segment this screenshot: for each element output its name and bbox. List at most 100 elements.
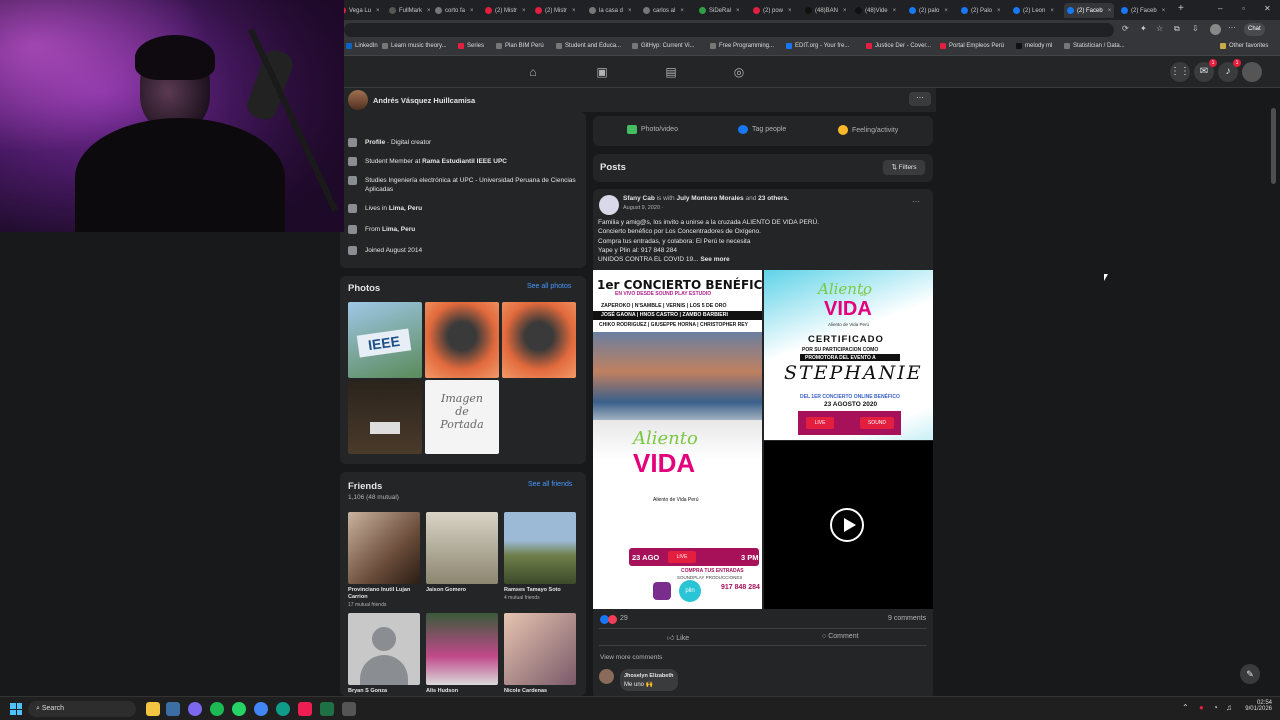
- concert-poster[interactable]: 1er CONCIERTO BENÉFICO EN VIVO DESDE SOU…: [593, 270, 762, 609]
- friend-photo-default[interactable]: [348, 613, 420, 685]
- friend-name[interactable]: Nicole Cardenas: [504, 688, 576, 695]
- tag-people-button[interactable]: Tag people: [738, 125, 786, 134]
- photo-thumb[interactable]: [502, 302, 576, 378]
- tab-close-icon[interactable]: ×: [470, 8, 474, 14]
- commenter-name[interactable]: Jhoselyn Elizabeth: [624, 673, 674, 679]
- edge-icon[interactable]: [276, 702, 290, 716]
- profile-more-button[interactable]: ···: [909, 92, 931, 106]
- extensions-icon[interactable]: ⟳: [1122, 24, 1129, 33]
- friend-name[interactable]: Ramses Tamayo Soto: [504, 587, 576, 594]
- friend-photo[interactable]: [348, 512, 420, 584]
- app-icon[interactable]: [342, 702, 356, 716]
- bookmark-item[interactable]: Student and Educa...: [556, 43, 621, 49]
- messenger-icon[interactable]: ✉ 1: [1194, 59, 1217, 82]
- browser-tab[interactable]: (2) Palo ×: [958, 3, 1008, 18]
- tab-close-icon[interactable]: ×: [376, 8, 380, 14]
- comment-button[interactable]: ○ Comment: [822, 633, 859, 640]
- browser-tab[interactable]: corto fa ×: [432, 3, 482, 18]
- browser-tab[interactable]: (2) Leon ×: [1010, 3, 1060, 18]
- new-tab-button[interactable]: +: [1178, 3, 1184, 14]
- tab-close-icon[interactable]: ×: [1162, 8, 1166, 14]
- photo-video-button[interactable]: Photo/video: [627, 125, 678, 134]
- filters-button[interactable]: ⇅ Filters: [883, 160, 925, 175]
- photo-thumb[interactable]: [348, 380, 422, 454]
- friend-photo[interactable]: [426, 613, 498, 685]
- spotify-icon[interactable]: [210, 702, 224, 716]
- browser-tab[interactable]: (2) pow ×: [750, 3, 800, 18]
- groups-icon[interactable]: ◎: [731, 64, 747, 80]
- browser-tab[interactable]: la casa d ×: [586, 3, 636, 18]
- tab-close-icon[interactable]: ×: [893, 8, 897, 14]
- post-author[interactable]: Sfany Cab: [623, 195, 655, 202]
- tab-close-icon[interactable]: ×: [944, 8, 948, 14]
- wifi-icon[interactable]: ◔: [1213, 703, 1218, 712]
- bookmark-item[interactable]: Free Programming...: [710, 43, 774, 49]
- clock[interactable]: 02:54 9/01/2026: [1244, 700, 1272, 712]
- view-more-comments[interactable]: View more comments: [600, 654, 662, 661]
- collections-icon[interactable]: ⧉: [1174, 24, 1180, 34]
- play-button[interactable]: [830, 508, 864, 542]
- browser-tab[interactable]: (48)Vide ×: [852, 3, 902, 18]
- certificate-image[interactable]: Aliento de VIDA Aliento de Vida Perú CER…: [764, 270, 933, 440]
- tab-close-icon[interactable]: ×: [1108, 8, 1112, 14]
- bookmark-item[interactable]: LinkedIn: [346, 43, 378, 49]
- feeling-button[interactable]: Feeling/activity: [838, 125, 898, 135]
- menu-icon[interactable]: ···: [1228, 23, 1236, 32]
- download-icon[interactable]: ⇩: [1192, 24, 1199, 33]
- tab-close-icon[interactable]: ×: [427, 8, 431, 14]
- microphone-icon[interactable]: ●: [1199, 703, 1204, 712]
- see-all-friends-link[interactable]: See all friends: [528, 481, 572, 488]
- reaction-count[interactable]: 29: [620, 615, 628, 622]
- browser-tab[interactable]: FullMark ×: [386, 3, 436, 18]
- page-scrollbar[interactable]: [1271, 108, 1276, 184]
- bookmark-item[interactable]: Portal Empleos Perú: [940, 43, 1004, 49]
- tray-chevron-icon[interactable]: ⌃: [1182, 703, 1189, 712]
- bookmark-item[interactable]: melody ml: [1016, 43, 1052, 49]
- other-favorites[interactable]: Other favorites: [1220, 43, 1268, 49]
- post-tagged-user[interactable]: July Montoro Morales: [676, 195, 743, 202]
- tab-close-icon[interactable]: ×: [572, 8, 576, 14]
- friend-name[interactable]: Jaison Gomero: [426, 587, 498, 594]
- bookmark-item[interactable]: Justice Der - Cover...: [866, 43, 931, 49]
- address-bar[interactable]: [344, 23, 1114, 37]
- bookmark-item[interactable]: GitHyp: Current Vi...: [632, 43, 695, 49]
- file-explorer-icon[interactable]: [146, 702, 160, 716]
- new-message-button[interactable]: ✎: [1240, 664, 1260, 684]
- profile-avatar[interactable]: [348, 90, 368, 110]
- whatsapp-icon[interactable]: [232, 702, 246, 716]
- chrome-icon[interactable]: [254, 702, 268, 716]
- intro-text-bold[interactable]: Profile: [365, 139, 385, 146]
- bookmark-item[interactable]: Plan BIM Perú: [496, 43, 544, 49]
- friend-photo[interactable]: [504, 512, 576, 584]
- tiktok-icon[interactable]: [298, 702, 312, 716]
- post-others-link[interactable]: 23 others.: [758, 195, 789, 202]
- intro-text-bold[interactable]: Rama Estudiantil IEEE UPC: [422, 158, 507, 165]
- notifications-icon[interactable]: ♪ 1: [1218, 59, 1241, 82]
- tab-close-icon[interactable]: ×: [788, 8, 792, 14]
- tab-close-icon[interactable]: ×: [843, 8, 847, 14]
- cover-photo-thumb[interactable]: Imagen de Portada: [425, 380, 499, 454]
- video-icon[interactable]: ▣: [594, 64, 610, 80]
- like-button[interactable]: 👍︎ Like: [667, 633, 689, 642]
- home-icon[interactable]: ⌂: [525, 64, 541, 80]
- excel-icon[interactable]: [320, 702, 334, 716]
- post-more-icon[interactable]: ···: [912, 197, 920, 206]
- tab-close-icon[interactable]: ×: [1050, 8, 1054, 14]
- browser-tab[interactable]: (2) Mistr ×: [482, 3, 532, 18]
- steam-icon[interactable]: [166, 702, 180, 716]
- photo-thumb[interactable]: IEEE: [348, 302, 422, 378]
- commenter-avatar[interactable]: [599, 669, 614, 684]
- discord-icon[interactable]: [188, 702, 202, 716]
- windows-start-icon[interactable]: [10, 703, 22, 715]
- see-all-photos-link[interactable]: See all photos: [527, 283, 571, 290]
- chat-button[interactable]: Chat: [1244, 23, 1265, 36]
- tab-close-icon[interactable]: ×: [680, 8, 684, 14]
- photo-thumb[interactable]: [425, 302, 499, 378]
- menu-grid-icon[interactable]: ⋮⋮: [1170, 62, 1190, 82]
- browser-tab[interactable]: carlos al ×: [640, 3, 690, 18]
- avatar[interactable]: [1210, 24, 1221, 35]
- browser-tab[interactable]: (2) Faceb ×: [1118, 3, 1168, 18]
- taskbar-search[interactable]: ⌕ Search: [28, 701, 136, 717]
- tab-close-icon[interactable]: ×: [522, 8, 526, 14]
- comment-count[interactable]: 9 comments: [888, 615, 926, 622]
